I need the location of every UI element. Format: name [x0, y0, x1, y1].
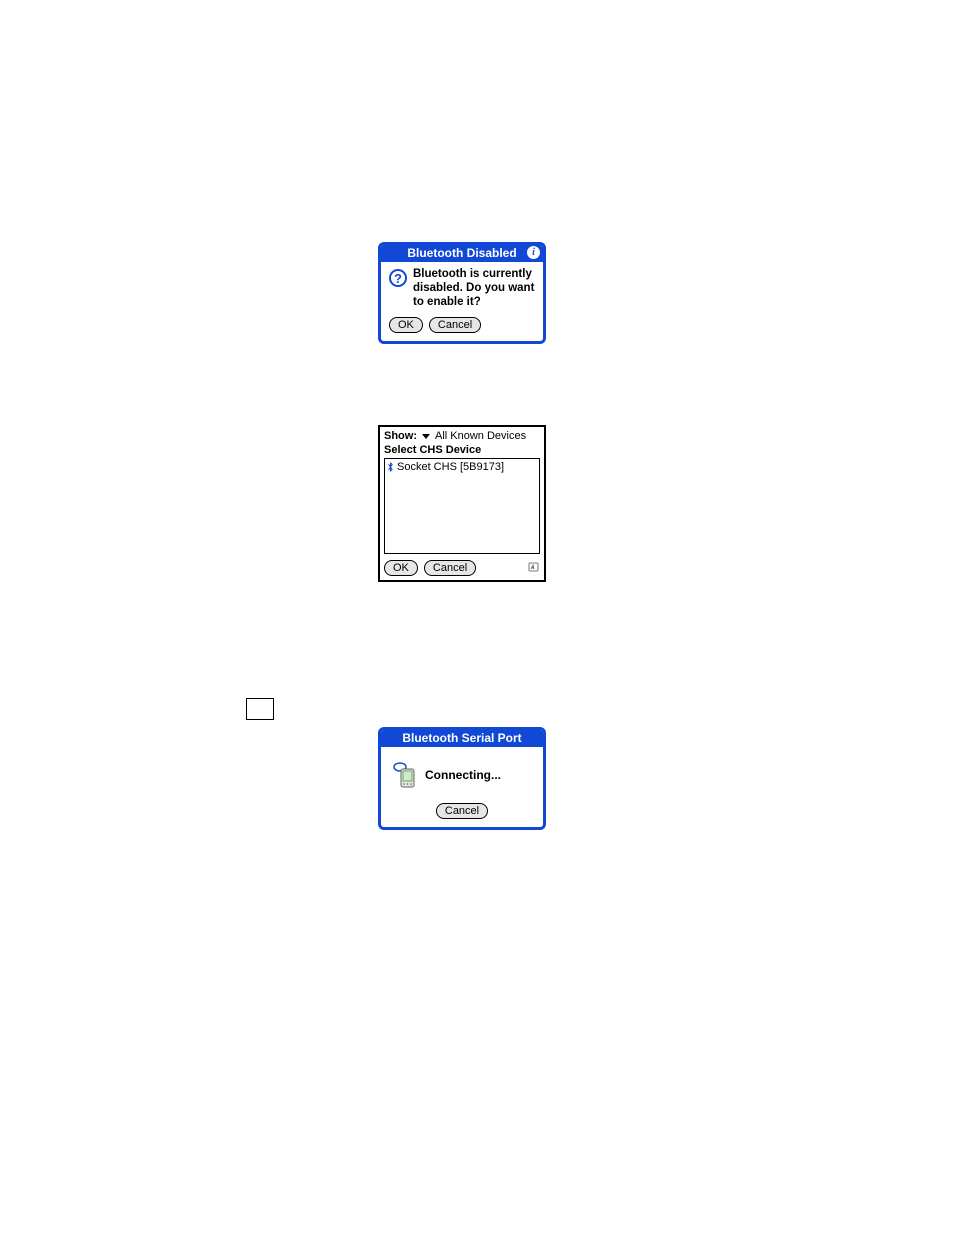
dialog-title: Bluetooth Disabled [407, 246, 516, 260]
cancel-button[interactable]: Cancel [436, 803, 488, 819]
empty-box [246, 698, 274, 720]
connecting-status: Connecting... [425, 768, 501, 782]
ok-button-label: OK [398, 318, 414, 332]
bluetooth-disabled-dialog: Bluetooth Disabled i ? Bluetooth is curr… [378, 242, 546, 344]
bluetooth-icon [387, 462, 394, 472]
dialog-title: Bluetooth Serial Port [402, 731, 521, 745]
select-heading: Select CHS Device [384, 443, 540, 458]
info-icon[interactable]: i [527, 246, 540, 259]
list-item[interactable]: Socket CHS [5B9173] [387, 461, 537, 473]
show-filter-row: Show: All Known Devices [384, 429, 540, 443]
show-value[interactable]: All Known Devices [435, 430, 526, 442]
dialog-body: Connecting... Cancel [381, 747, 543, 827]
dialog-titlebar: Bluetooth Disabled i [381, 245, 543, 262]
select-device-panel: Show: All Known Devices Select CHS Devic… [378, 425, 546, 582]
ok-button[interactable]: OK [384, 560, 418, 576]
pda-connecting-icon [393, 761, 417, 789]
cancel-button[interactable]: Cancel [429, 317, 481, 333]
ok-button[interactable]: OK [389, 317, 423, 333]
device-listbox[interactable]: Socket CHS [5B9173] [384, 458, 540, 554]
bluetooth-serial-port-dialog: Bluetooth Serial Port Connecting... Canc… [378, 727, 546, 830]
dialog-message: Bluetooth is currently disabled. Do you … [413, 268, 535, 309]
dialog-titlebar: Bluetooth Serial Port [381, 730, 543, 747]
device-name: Socket CHS [5B9173] [397, 461, 504, 473]
dialog-body: ? Bluetooth is currently disabled. Do yo… [381, 262, 543, 341]
show-label: Show: [384, 430, 417, 442]
cancel-button-label: Cancel [433, 561, 467, 575]
cancel-button-label: Cancel [438, 318, 472, 332]
chevron-down-icon[interactable] [422, 434, 430, 439]
cancel-button[interactable]: Cancel [424, 560, 476, 576]
cancel-button-label: Cancel [445, 804, 479, 818]
write-area-icon[interactable] [528, 561, 540, 576]
ok-button-label: OK [393, 561, 409, 575]
question-icon: ? [389, 269, 407, 287]
